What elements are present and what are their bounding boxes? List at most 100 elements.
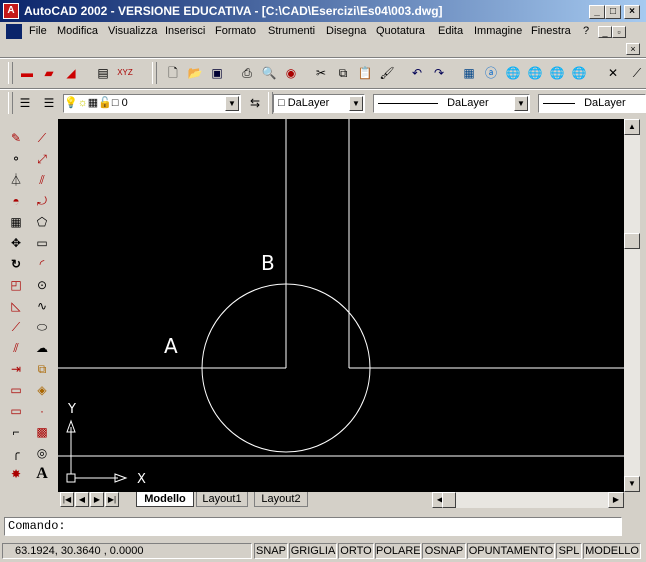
tab-prev-button[interactable]: ◀ bbox=[75, 492, 89, 507]
offset-icon[interactable]: ◓ bbox=[6, 191, 26, 211]
zoom-realtime-icon[interactable]: ⟋ bbox=[628, 64, 646, 82]
render-icon[interactable]: ▬ bbox=[18, 64, 36, 82]
menu-file[interactable]: File bbox=[29, 25, 47, 37]
line-icon[interactable]: ⟋ bbox=[32, 128, 52, 148]
polygon-icon[interactable]: ⬠ bbox=[32, 212, 52, 232]
linetype-dropdown[interactable]: DaLayer ▼ bbox=[373, 94, 530, 113]
menu-modifica[interactable]: Modifica bbox=[57, 25, 98, 37]
horizontal-scrollbar[interactable] bbox=[432, 492, 624, 508]
lengthen-icon[interactable]: ⟋ bbox=[6, 317, 26, 337]
vertical-scrollbar[interactable] bbox=[624, 119, 640, 492]
paste-icon[interactable]: 📋 bbox=[356, 64, 374, 82]
chamfer-icon[interactable]: ⌐ bbox=[6, 422, 26, 442]
globe-link-icon[interactable]: 🌐 bbox=[548, 64, 566, 82]
new-file-icon[interactable]: 🗋 bbox=[164, 64, 182, 82]
copy-object-icon[interactable]: ⚬ bbox=[6, 149, 26, 169]
hide-icon[interactable]: ◢ bbox=[62, 64, 80, 82]
menu-quotatura[interactable]: Quotatura bbox=[376, 25, 425, 37]
chevron-down-icon[interactable]: ▼ bbox=[225, 96, 239, 111]
menu-finestra[interactable]: Finestra bbox=[531, 25, 571, 37]
polyline-icon[interactable]: ⤾ bbox=[32, 191, 52, 211]
preview-icon[interactable]: 🔍 bbox=[260, 64, 278, 82]
break-icon[interactable]: ▭ bbox=[6, 380, 26, 400]
menu-disegna[interactable]: Disegna bbox=[326, 25, 366, 37]
array-icon[interactable]: ▦ bbox=[6, 212, 26, 232]
break-at-point-icon[interactable]: ▭ bbox=[6, 401, 26, 421]
tab-next-button[interactable]: ▶ bbox=[90, 492, 104, 507]
revision-cloud-icon[interactable]: ☁ bbox=[32, 338, 52, 358]
polar-toggle[interactable]: POLARE bbox=[375, 543, 421, 559]
undo-icon[interactable]: ↶ bbox=[408, 64, 426, 82]
point-icon[interactable]: · bbox=[32, 401, 52, 421]
ortho-toggle[interactable]: ORTO bbox=[338, 543, 374, 559]
multiline-icon[interactable]: ⫽ bbox=[32, 170, 52, 190]
multiline-text-icon[interactable]: A bbox=[32, 464, 52, 484]
region-icon[interactable]: ◎ bbox=[32, 443, 52, 463]
print-icon[interactable]: ⎙ bbox=[238, 64, 256, 82]
tab-modello[interactable]: Modello bbox=[136, 492, 194, 507]
scroll-up-button[interactable]: ▲ bbox=[624, 119, 640, 135]
doc-close-button[interactable]: × bbox=[626, 43, 640, 55]
move-icon[interactable]: ✥ bbox=[6, 233, 26, 253]
snap-toggle[interactable]: SNAP bbox=[254, 543, 288, 559]
tab-first-button[interactable]: |◀ bbox=[60, 492, 74, 507]
menu-strumenti[interactable]: Strumenti bbox=[268, 25, 315, 37]
horizontal-scroll-thumb[interactable] bbox=[442, 492, 456, 508]
match-properties-icon[interactable]: 🖌 bbox=[378, 64, 396, 82]
toolbar-grip[interactable] bbox=[152, 62, 157, 84]
coordinates-display[interactable]: 63.1924, 30.3640 , 0.0000 bbox=[2, 543, 252, 559]
drawing-canvas[interactable]: A B Y X bbox=[58, 119, 624, 492]
scroll-thumb[interactable] bbox=[624, 233, 640, 249]
maximize-button[interactable]: □ bbox=[605, 5, 621, 19]
pan-cross-icon[interactable]: ✕ bbox=[604, 64, 622, 82]
autocad-app-icon[interactable]: A bbox=[3, 3, 19, 19]
globe-search-icon[interactable]: 🌐 bbox=[526, 64, 544, 82]
erase-icon[interactable]: ✎ bbox=[6, 128, 26, 148]
scroll-right-button[interactable]: ▶ bbox=[608, 492, 624, 508]
chevron-down-icon[interactable]: ▼ bbox=[349, 96, 363, 111]
menu-immagine[interactable]: Immagine bbox=[474, 25, 522, 37]
rectangle-icon[interactable]: ▭ bbox=[32, 233, 52, 253]
save-icon[interactable]: ▣ bbox=[208, 64, 226, 82]
hatch-icon[interactable]: ▩ bbox=[32, 422, 52, 442]
layer-manager-icon[interactable]: ☰ bbox=[16, 94, 34, 112]
close-button[interactable]: × bbox=[624, 5, 640, 19]
drawing-svg[interactable]: A B Y X bbox=[58, 119, 624, 492]
lineweight-dropdown[interactable]: DaLayer bbox=[538, 94, 646, 113]
tab-last-button[interactable]: ▶| bbox=[105, 492, 119, 507]
ellipse-icon[interactable]: ⬭ bbox=[32, 317, 52, 337]
chevron-down-icon[interactable]: ▼ bbox=[514, 96, 528, 111]
mirror-icon[interactable]: ⏃ bbox=[6, 170, 26, 190]
grid-toggle[interactable]: GRIGLIA bbox=[289, 543, 337, 559]
minimize-button[interactable]: _ bbox=[589, 5, 605, 19]
command-line[interactable]: Comando: bbox=[4, 517, 622, 536]
stretch-icon[interactable]: ◺ bbox=[6, 296, 26, 316]
scale-icon[interactable]: ◰ bbox=[6, 275, 26, 295]
autocad-today-icon[interactable]: ⓐ bbox=[482, 64, 500, 82]
menu-edita[interactable]: Edita bbox=[438, 25, 463, 37]
lineweight-toggle[interactable]: SPL bbox=[556, 543, 582, 559]
redo-icon[interactable]: ↷ bbox=[430, 64, 448, 82]
explode-icon[interactable]: ✸ bbox=[6, 464, 26, 484]
osnap-toggle[interactable]: OSNAP bbox=[422, 543, 466, 559]
rotate-icon[interactable]: ↻ bbox=[6, 254, 26, 274]
toolbar-grip[interactable] bbox=[8, 62, 13, 84]
make-block-icon[interactable]: ◈ bbox=[32, 380, 52, 400]
globe-sync-icon[interactable]: 🌐 bbox=[570, 64, 588, 82]
tab-layout1[interactable]: Layout1 bbox=[196, 492, 248, 507]
menu-visualizza[interactable]: Visualizza bbox=[108, 25, 157, 37]
menu-help[interactable]: ? bbox=[583, 25, 589, 37]
hyperlink-icon[interactable]: ▦ bbox=[460, 64, 478, 82]
globe-icon[interactable]: 🌐 bbox=[504, 64, 522, 82]
cut-icon[interactable]: ✂ bbox=[312, 64, 330, 82]
scroll-down-button[interactable]: ▼ bbox=[624, 476, 640, 492]
trim-icon[interactable]: ⫽ bbox=[6, 338, 26, 358]
menu-formato[interactable]: Formato bbox=[215, 25, 256, 37]
xyz-icon[interactable]: XYZ bbox=[116, 64, 134, 82]
otrack-toggle[interactable]: OPUNTAMENTO bbox=[467, 543, 555, 559]
spell-icon[interactable]: ◉ bbox=[282, 64, 300, 82]
document-icon[interactable] bbox=[6, 24, 22, 39]
model-toggle[interactable]: MODELLO bbox=[583, 543, 641, 559]
layer-dropdown[interactable]: 💡☼▦🔓□ 0 ▼ bbox=[63, 94, 241, 113]
shade-icon[interactable]: ▰ bbox=[40, 64, 58, 82]
